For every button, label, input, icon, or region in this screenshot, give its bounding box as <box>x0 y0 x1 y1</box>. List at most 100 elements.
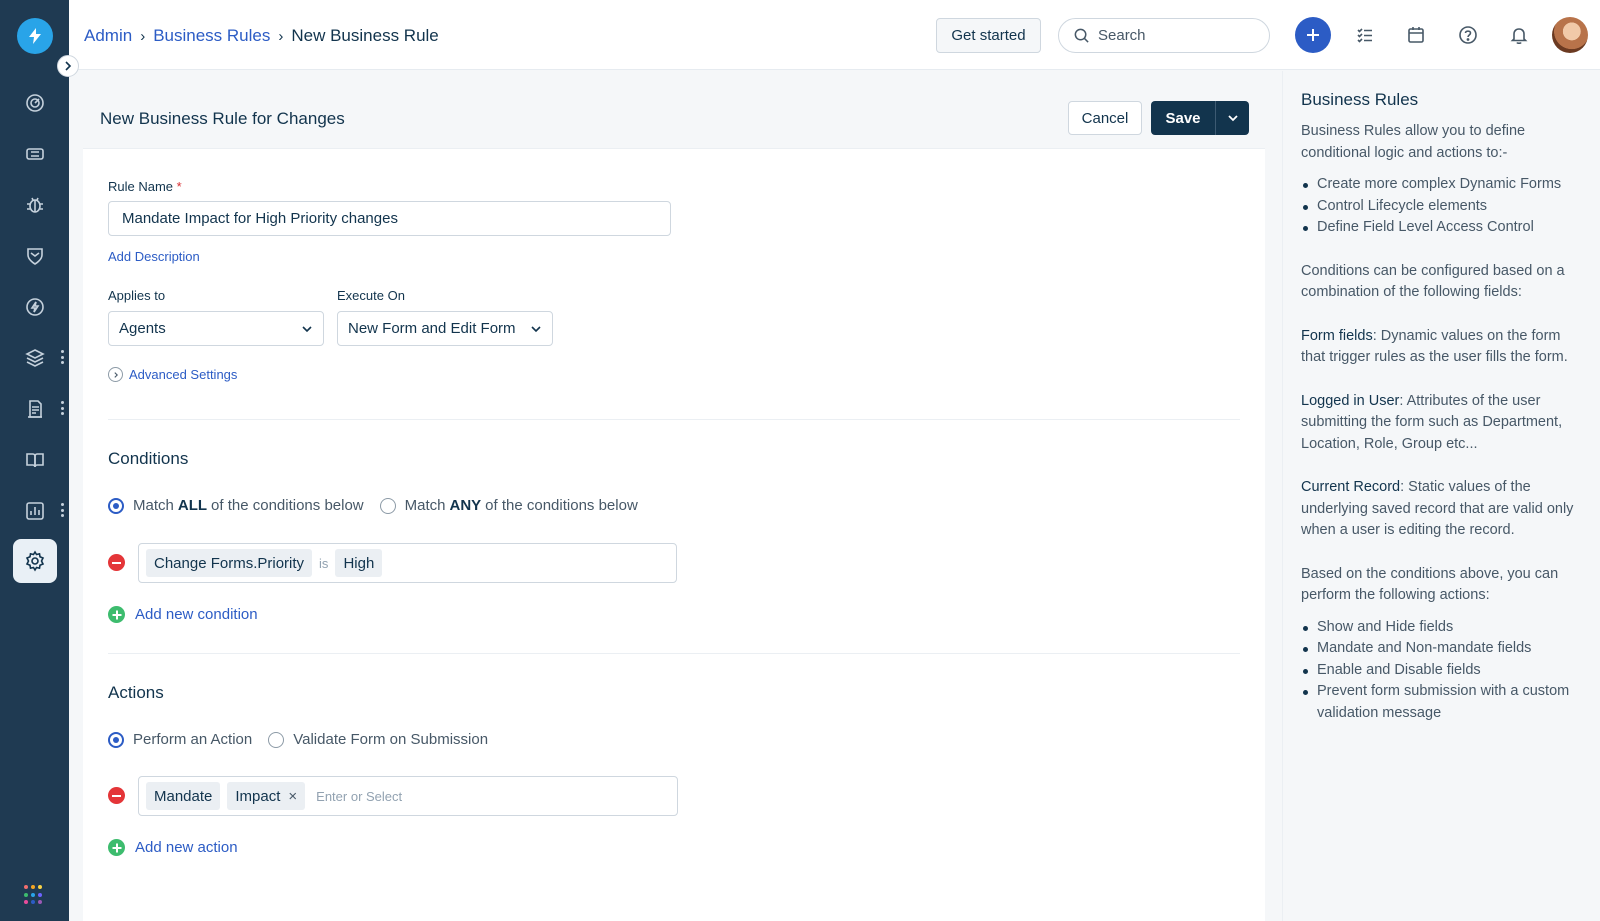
notifications-bell-icon[interactable] <box>1501 17 1537 53</box>
save-options-dropdown[interactable] <box>1215 101 1249 135</box>
chevron-down-icon <box>302 325 312 332</box>
breadcrumb-current: New Business Rule <box>291 26 439 45</box>
validate-form-label: Validate Form on Submission <box>293 731 489 748</box>
remove-action-icon[interactable] <box>108 787 125 804</box>
nav-purchase-more-icon[interactable] <box>60 401 64 415</box>
action-field-label: Impact <box>235 787 281 805</box>
todo-list-icon[interactable] <box>1347 17 1383 53</box>
condition-operator[interactable]: is <box>319 556 328 571</box>
execute-on-value: New Form and Edit Form <box>348 320 516 337</box>
add-condition-label: Add new condition <box>135 606 258 623</box>
chevron-down-icon <box>1227 115 1238 122</box>
advanced-settings-label: Advanced Settings <box>129 367 238 382</box>
rule-name-label: Rule Name * <box>108 179 182 194</box>
get-started-button[interactable]: Get started <box>936 18 1041 53</box>
list-item: Enable and Disable fields <box>1301 660 1582 682</box>
action-field-chip[interactable]: Impact × <box>227 782 306 810</box>
save-button[interactable]: Save <box>1151 110 1215 127</box>
match-any-keyword: ANY <box>449 497 482 514</box>
match-all-suffix: of the conditions below <box>211 497 364 514</box>
nav-problems-bug-icon[interactable] <box>13 183 57 227</box>
nav-reports-more-icon[interactable] <box>60 503 64 517</box>
help-panel-title: Business Rules <box>1301 90 1419 109</box>
nav-changes-icon[interactable] <box>13 234 57 278</box>
match-all-keyword: ALL <box>177 497 208 514</box>
new-item-plus-button[interactable] <box>1295 17 1331 53</box>
help-form-fields: Form fields: Dynamic values on the form … <box>1301 326 1582 369</box>
nav-assets-more-icon[interactable] <box>60 350 64 364</box>
applies-to-value: Agents <box>119 320 166 337</box>
help-conditions-intro: Conditions can be configured based on a … <box>1301 262 1565 301</box>
remove-chip-close-icon[interactable]: × <box>288 788 297 805</box>
perform-action-radio[interactable]: Perform an Action <box>108 731 252 748</box>
radio-unselected-icon <box>268 731 285 748</box>
condition-value-chip[interactable]: High <box>335 549 383 577</box>
action-type-chip[interactable]: Mandate <box>146 782 221 810</box>
lightning-icon <box>29 28 41 44</box>
calendar-icon[interactable] <box>1398 17 1434 53</box>
perform-action-label: Perform an Action <box>133 731 253 748</box>
help-current-record: Current Record: Static values of the und… <box>1301 477 1582 542</box>
help-question-icon[interactable] <box>1450 17 1486 53</box>
chevron-right-icon <box>65 61 72 71</box>
match-any-radio[interactable]: Match ANY of the conditions below <box>379 497 638 514</box>
actions-title: Actions <box>108 683 164 702</box>
add-plus-icon <box>108 839 125 856</box>
search-placeholder: Search <box>1098 27 1146 44</box>
breadcrumb-admin-link[interactable]: Admin <box>84 26 132 46</box>
radio-unselected-icon <box>379 497 396 514</box>
nav-purchase-icon[interactable] <box>13 387 57 431</box>
plus-icon <box>1307 29 1319 41</box>
rule-name-input[interactable]: Mandate Impact for High Priority changes <box>108 201 671 236</box>
radio-selected-icon <box>108 497 124 514</box>
nav-admin-gear-icon[interactable] <box>13 539 57 583</box>
match-any-prefix: Match <box>404 497 446 514</box>
breadcrumb-separator-icon: › <box>278 27 284 45</box>
add-description-link[interactable]: Add Description <box>108 249 200 264</box>
nav-reports-icon[interactable] <box>13 489 57 533</box>
page-title: New Business Rule for Changes <box>100 109 345 128</box>
add-plus-icon <box>108 606 125 623</box>
add-condition-button[interactable]: Add new condition <box>108 606 258 623</box>
breadcrumb-business-rules-link[interactable]: Business Rules <box>153 26 270 46</box>
list-item: Control Lifecycle elements <box>1301 196 1582 218</box>
nav-assets-layers-icon[interactable] <box>13 336 57 380</box>
nav-tickets-icon[interactable] <box>13 132 57 176</box>
apps-switcher-icon[interactable] <box>24 885 44 905</box>
remove-condition-icon[interactable] <box>108 554 125 571</box>
list-item: Mandate and Non-mandate fields <box>1301 638 1582 660</box>
cancel-button[interactable]: Cancel <box>1068 101 1142 135</box>
required-marker: * <box>176 179 182 194</box>
list-item: Prevent form submission with a custom va… <box>1301 681 1582 724</box>
condition-row[interactable]: Change Forms.Priority is High <box>138 543 677 583</box>
form-header: New Business Rule for Changes Cancel Sav… <box>83 87 1265 149</box>
match-all-prefix: Match <box>133 497 174 514</box>
advanced-settings-toggle[interactable]: Advanced Settings <box>108 367 237 382</box>
match-any-suffix: of the conditions below <box>485 497 638 514</box>
global-search-input[interactable]: Search <box>1058 18 1270 53</box>
action-row[interactable]: Mandate Impact × Enter or Select <box>138 776 678 816</box>
applies-to-select[interactable]: Agents <box>108 311 324 346</box>
conditions-title: Conditions <box>108 449 189 468</box>
execute-on-select[interactable]: New Form and Edit Form <box>337 311 553 346</box>
form-body: Rule Name * Mandate Impact for High Prio… <box>83 149 1265 921</box>
list-item: Create more complex Dynamic Forms <box>1301 174 1582 196</box>
freshservice-logo[interactable] <box>17 18 53 54</box>
user-avatar[interactable] <box>1552 17 1588 53</box>
help-term: Form fields <box>1301 327 1373 344</box>
add-action-button[interactable]: Add new action <box>108 839 238 856</box>
help-logged-user: Logged in User: Attributes of the user s… <box>1301 391 1582 456</box>
save-button-group: Save <box>1151 101 1249 135</box>
action-field-input[interactable]: Enter or Select <box>316 789 402 804</box>
validate-form-radio[interactable]: Validate Form on Submission <box>268 731 488 748</box>
help-term: Current Record <box>1301 479 1401 495</box>
condition-field-chip[interactable]: Change Forms.Priority <box>146 549 313 577</box>
chevron-down-icon <box>531 325 541 332</box>
applies-to-label: Applies to <box>108 288 166 303</box>
sidebar-expand-button[interactable] <box>57 55 79 77</box>
nav-dashboard-icon[interactable] <box>13 81 57 125</box>
nav-solutions-book-icon[interactable] <box>13 438 57 482</box>
nav-releases-icon[interactable] <box>13 285 57 329</box>
match-all-radio[interactable]: Match ALL of the conditions below <box>108 497 364 514</box>
left-navigation <box>0 0 69 921</box>
